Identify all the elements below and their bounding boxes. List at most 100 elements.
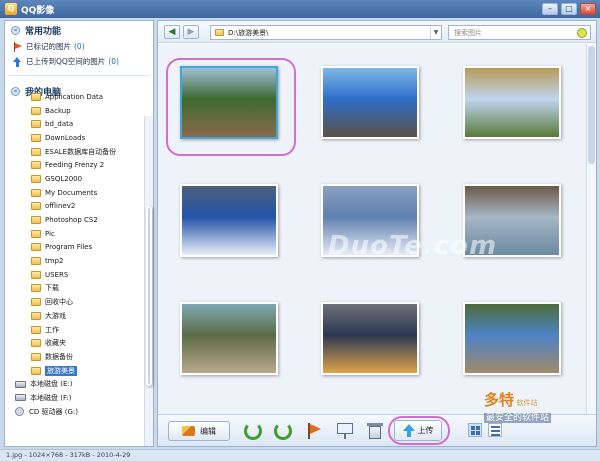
path-input[interactable]: D:\旅游美景\ ▼: [210, 25, 442, 40]
forward-button[interactable]: ▶: [183, 24, 199, 39]
tree-item-label: GSQL2000: [45, 174, 83, 183]
folder-icon: [31, 216, 41, 225]
tree-item-drive[interactable]: 本地磁盘 (F:): [5, 391, 145, 405]
delete-icon[interactable]: [366, 422, 384, 440]
tree-item-label: ESALE数据库自动备份: [45, 147, 117, 156]
close-button[interactable]: ×: [580, 3, 596, 15]
tree-item[interactable]: 大游戏: [5, 309, 145, 323]
tree-item[interactable]: GSQL2000: [5, 172, 145, 186]
back-button[interactable]: ◀: [164, 24, 180, 39]
minimize-button[interactable]: –: [542, 3, 558, 15]
tree-item-label: 下载: [45, 284, 59, 293]
scrollbar-thumb[interactable]: [588, 46, 595, 164]
tree-item[interactable]: offlinev2: [5, 200, 145, 214]
sidebar-item-label: 已标记的图片: [26, 42, 71, 51]
tree-item[interactable]: ESALE数据库自动备份: [5, 145, 145, 159]
folder-icon: [31, 92, 41, 101]
folder-icon: [31, 120, 41, 129]
tree-item[interactable]: USERS: [5, 268, 145, 282]
tree-item[interactable]: Program Files: [5, 241, 145, 255]
photo-thumbnail-sea-rock-arch[interactable]: [321, 66, 419, 139]
folder-icon: [31, 188, 41, 197]
folder-icon: [31, 174, 41, 183]
drive-icon: [15, 394, 26, 402]
tree-item-drive[interactable]: 本地磁盘 (E:): [5, 377, 145, 391]
tree-item-label: CD 驱动器 (G:): [29, 407, 78, 416]
tree-item-label: Feeding Frenzy 2: [45, 161, 105, 170]
tree-item-label: offlinev2: [45, 202, 76, 211]
tree-item[interactable]: Application Data: [5, 90, 145, 104]
folder-tree-scrollbar[interactable]: [144, 116, 153, 446]
tree-item[interactable]: Feeding Frenzy 2: [5, 158, 145, 172]
favorites-header-label: 常用功能: [25, 26, 62, 37]
upload-button[interactable]: 上传: [394, 420, 442, 441]
photo-thumbnail-sunset-sea[interactable]: [321, 302, 419, 375]
tree-item[interactable]: Pic: [5, 227, 145, 241]
duote-watermark: 多特 软件站 最安全的软件站: [484, 389, 594, 445]
photo-thumbnail-grassland[interactable]: [463, 66, 561, 139]
tree-item-label: 旅游美景: [45, 365, 77, 376]
flag-icon[interactable]: [304, 422, 322, 440]
chevron-down-icon[interactable]: ▼: [430, 26, 441, 39]
photo-thumbnail-mountain-peak[interactable]: [463, 302, 561, 375]
sidebar-item-uploaded[interactable]: 已上传到QQ空间的图片 (0): [5, 54, 153, 69]
search-icon[interactable]: [577, 28, 587, 38]
grid-view-icon[interactable]: [468, 423, 482, 437]
tree-item[interactable]: Backup: [5, 104, 145, 118]
tree-item-label: tmp2: [45, 257, 64, 266]
folder-tree: Application Data Backup bd_data DownLoads ES…: [5, 90, 145, 420]
folder-icon: [31, 106, 41, 115]
tree-item-label: 本地磁盘 (F:): [30, 393, 72, 402]
tree-item[interactable]: DownLoads: [5, 131, 145, 145]
scrollbar-thumb[interactable]: [146, 206, 152, 386]
main-panel: ◀ ▶ D:\旅游美景\ ▼ 搜索图片 DuoTe.com 编辑 上传: [157, 20, 597, 447]
slideshow-icon[interactable]: [336, 422, 354, 440]
search-input[interactable]: 搜索图片: [448, 25, 591, 40]
tree-item[interactable]: tmp2: [5, 254, 145, 268]
tree-item-drive[interactable]: CD 驱动器 (G:): [5, 405, 145, 419]
maximize-button[interactable]: □: [561, 3, 577, 15]
folder-icon: [31, 243, 41, 252]
photo-grid-scrollbar[interactable]: [586, 44, 596, 414]
tree-item-label: bd_data: [45, 120, 74, 129]
rotate-left-icon[interactable]: [244, 422, 262, 440]
tree-item[interactable]: 数据备份: [5, 350, 145, 364]
tree-item[interactable]: Photoshop CS2: [5, 213, 145, 227]
tree-item-label: 收藏夹: [45, 339, 66, 348]
tree-item-label: 数据备份: [45, 352, 73, 361]
tree-item[interactable]: 工作: [5, 323, 145, 337]
tree-item[interactable]: My Documents: [5, 186, 145, 200]
tree-item-label: DownLoads: [45, 133, 86, 142]
tree-item[interactable]: bd_data: [5, 117, 145, 131]
sidebar-item-label: 已上传到QQ空间的图片: [26, 57, 106, 66]
tree-item-label: 本地磁盘 (E:): [30, 380, 73, 389]
tree-item-label: 工作: [45, 325, 59, 334]
tree-item-label: Photoshop CS2: [45, 216, 98, 225]
tree-item[interactable]: 回收中心: [5, 295, 145, 309]
flag-icon: [13, 41, 22, 52]
photo-thumbnail-water-wheel[interactable]: [180, 66, 278, 139]
tree-item[interactable]: 下载: [5, 282, 145, 296]
folder-icon: [31, 366, 41, 375]
divider: [9, 75, 149, 76]
edit-button[interactable]: 编辑: [168, 421, 230, 441]
search-placeholder: 搜索图片: [454, 28, 482, 37]
photo-thumbnail-stream-rocks[interactable]: [180, 302, 278, 375]
tree-item[interactable]: 收藏夹: [5, 336, 145, 350]
path-text: D:\旅游美景\: [228, 28, 269, 37]
tree-item-label: Program Files: [45, 243, 93, 252]
favorites-header[interactable]: – 常用功能: [5, 21, 153, 39]
sidebar-item-marked[interactable]: 已标记的图片 (0): [5, 39, 153, 54]
collapse-icon[interactable]: –: [11, 25, 20, 35]
status-bar: 1.jpg - 1024×768 - 317kB - 2010-4-29: [0, 449, 600, 461]
title-bar: Q QQ影像 – □ ×: [0, 0, 600, 18]
upload-icon: [402, 424, 415, 437]
rotate-right-icon[interactable]: [274, 422, 292, 440]
photo-grid: [158, 44, 586, 414]
tree-item-label: My Documents: [45, 188, 98, 197]
photo-thumbnail-stupa-snow[interactable]: [180, 184, 278, 257]
sidebar-item-count: (0): [108, 57, 119, 66]
tree-item[interactable]: 旅游美景: [5, 364, 145, 378]
cd-icon: [15, 407, 24, 417]
watermark-brand: 多特: [484, 391, 515, 409]
